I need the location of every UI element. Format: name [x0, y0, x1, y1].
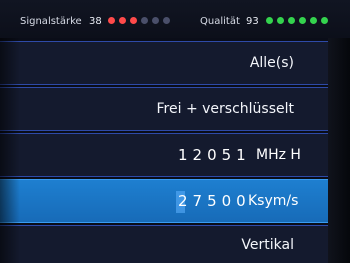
polarization-value: Vertikal	[241, 236, 294, 253]
encryption-row[interactable]: Frei + verschlüsselt	[0, 87, 328, 131]
signal-dot	[130, 17, 137, 24]
quality-dot	[310, 17, 317, 24]
frequency-unit: MHz H	[256, 147, 301, 163]
quality-dot	[299, 17, 306, 24]
signal-dot	[163, 17, 170, 24]
signal-dot	[152, 17, 159, 24]
polarization-row[interactable]: Vertikal	[0, 225, 328, 263]
signal-strength-label: Signalstärke	[20, 16, 82, 27]
quality-dot	[266, 17, 273, 24]
quality-value: 93	[246, 16, 259, 27]
signal-dot	[108, 17, 115, 24]
signal-strength-indicator	[108, 17, 170, 24]
quality-indicator	[266, 17, 328, 24]
symbolrate-unit: Ksym/s	[248, 193, 299, 209]
satellite-value: Alle(s)	[249, 55, 294, 71]
quality-dot	[321, 17, 328, 24]
quality-label: Qualität	[200, 16, 240, 27]
satellite-row[interactable]: Alle(s)	[0, 41, 328, 85]
quality-dot	[288, 17, 295, 24]
symbolrate-value[interactable]: 27500	[178, 192, 251, 210]
signal-strength-value: 38	[89, 16, 102, 27]
signal-status-bar: Signalstärke 38 Qualität 93	[0, 0, 350, 38]
screen-bezel	[328, 38, 350, 263]
signal-dot	[119, 17, 126, 24]
encryption-value: Frei + verschlüsselt	[156, 101, 294, 117]
quality-dot	[277, 17, 284, 24]
symbolrate-row[interactable]: 27500 Ksym/s	[0, 179, 328, 223]
signal-dot	[141, 17, 148, 24]
frequency-row[interactable]: 12051 MHz H	[0, 133, 328, 177]
frequency-value: 12051	[178, 146, 251, 164]
